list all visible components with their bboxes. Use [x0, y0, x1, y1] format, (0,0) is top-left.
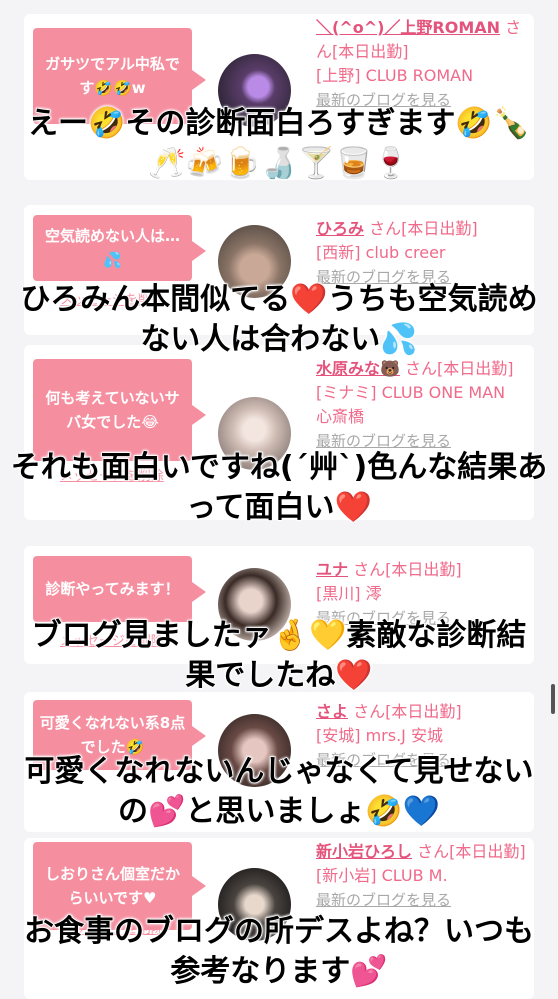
shop-name: [西新] club creer — [316, 243, 446, 262]
cast-name-link[interactable]: 水原みな🐻 — [316, 359, 400, 378]
message-bubble: 何も考えていないサバ女でした😂 — [33, 359, 192, 461]
attendance-status: さん[本日出勤] — [369, 219, 478, 238]
cast-info: ＼(^o^)／上野ROMAN さん[本日出勤] [上野] CLUB ROMAN … — [316, 16, 526, 112]
latest-blog-link[interactable]: 最新のブログを見る — [316, 891, 451, 909]
shop-name: [安城] mrs.J 安城 — [316, 726, 443, 745]
attendance-status: さん[本日出勤] — [417, 842, 526, 861]
overlay-caption-6: お食事のブログの所デスよね？いつも参考なります💕 — [23, 913, 535, 990]
shop-name: [上野] CLUB ROMAN — [316, 66, 474, 85]
message-bubble: 空気読めない人は…💦 — [33, 215, 192, 281]
bubble-tail — [192, 241, 206, 261]
attendance-status: さん[本日出勤] — [353, 702, 462, 721]
overlay-caption-4: ブログ見ましたァ🤞💛素敵な診断結果でしたね❤️ — [31, 617, 527, 694]
bubble-tail — [192, 405, 206, 425]
attendance-status: さん[本日出勤] — [405, 359, 514, 378]
cast-name-link[interactable]: ＼(^o^)／上野ROMAN — [316, 18, 500, 37]
message-bubble: 診断やってみます！ — [33, 556, 192, 622]
cast-name-link[interactable]: ひろみ — [316, 219, 364, 238]
overlay-caption-5: 可愛くなれないんじゃなくて見せないの💕と思いましょ🤣💙 — [24, 753, 535, 830]
cast-name-link[interactable]: ユナ — [316, 560, 348, 579]
cast-name-link[interactable]: 新小岩ひろし — [316, 842, 412, 861]
cast-info: ひろみ さん[本日出勤] [西新] club creer 最新のブログを見る — [316, 217, 526, 289]
cast-info: 水原みな🐻 さん[本日出勤] [ミナミ] CLUB ONE MAN 心斎橋 最新… — [316, 357, 526, 453]
shop-name: [黒川] 澪 — [316, 584, 382, 603]
bubble-tail — [192, 876, 206, 896]
overlay-caption-1: えー🤣その診断面白ろすぎます🤣🍾🥂🍻🍺🍶🍸🥃🍷 — [27, 105, 531, 182]
bubble-tail — [192, 70, 206, 90]
bubble-tail — [192, 582, 206, 602]
shop-name: [新小岩] CLUB M. — [316, 866, 448, 885]
attendance-status: さん[本日出勤] — [353, 560, 462, 579]
cast-name-link[interactable]: さよ — [316, 702, 348, 721]
cast-info: 新小岩ひろし さん[本日出勤] [新小岩] CLUB M. 最新のブログを見る — [316, 840, 526, 912]
scrollbar-thumb[interactable] — [551, 684, 555, 714]
overlay-caption-2: ひろみん本間似てる❤️うちも空気読めない人は合わない💦 — [20, 281, 539, 358]
bubble-tail — [192, 726, 206, 746]
shop-name: [ミナミ] CLUB ONE MAN 心斎橋 — [316, 383, 506, 426]
overlay-caption-3: それも面白いですね(´艸`)色んな結果あって面白い❤️ — [10, 449, 548, 526]
